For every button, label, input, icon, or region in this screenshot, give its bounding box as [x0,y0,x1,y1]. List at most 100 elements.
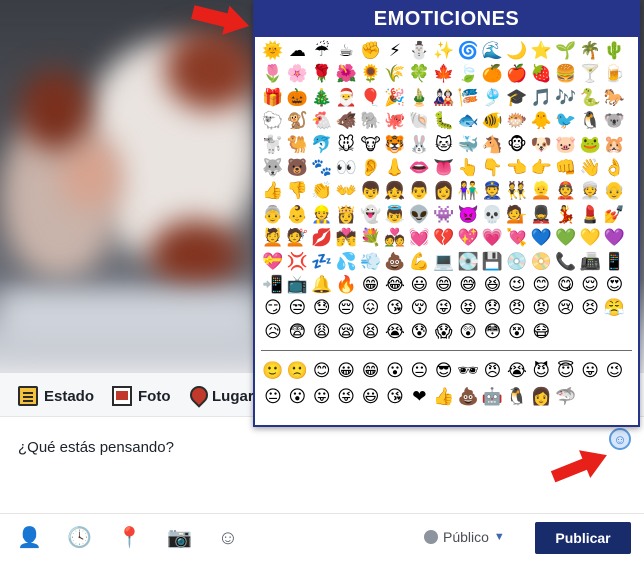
emoji-a-172[interactable]: 😜 [432,297,456,320]
emoji-a-47[interactable]: 🐔 [310,110,334,133]
emoji-b-6[interactable]: 😐 [407,358,431,384]
emoji-a-157[interactable]: 😄 [432,274,456,297]
emoji-a-96[interactable]: 👨 [407,180,431,203]
emoji-a-181[interactable]: 😨 [285,321,309,344]
emoji-a-146[interactable]: 📀 [529,251,553,274]
emoji-b-23[interactable]: 💩 [456,384,480,410]
emoji-a-94[interactable]: 👦 [359,180,383,203]
emoji-a-67[interactable]: 🐱 [432,134,456,157]
emoji-a-170[interactable]: 😘 [383,297,407,320]
emoji-a-39[interactable]: 🎐 [481,87,505,110]
emoji-a-84[interactable]: 👇 [481,157,505,180]
emoji-b-27[interactable]: 🦈 [554,384,578,410]
emoji-b-21[interactable]: ❤ [407,384,431,410]
emoji-a-152[interactable]: 🔔 [310,274,334,297]
emoji-a-128[interactable]: 💖 [456,227,480,250]
emoji-b-8[interactable]: 🕶 [456,358,480,384]
emoji-a-10[interactable]: 🌙 [505,40,529,63]
emoji-a-21[interactable]: 🍀 [407,63,431,86]
emoji-a-120[interactable]: 💆 [261,227,285,250]
emoji-a-183[interactable]: 😪 [334,321,358,344]
emoji-a-43[interactable]: 🐍 [578,87,602,110]
tab-lugar[interactable]: Lugar [188,385,254,407]
emoji-a-35[interactable]: 🎉 [383,87,407,110]
emoji-a-185[interactable]: 😭 [383,321,407,344]
emoji-a-44[interactable]: 🐎 [602,87,626,110]
emoji-a-3[interactable]: ☕ [334,40,358,63]
emoji-a-89[interactable]: 👌 [602,157,626,180]
emoji-a-126[interactable]: 💓 [407,227,431,250]
location-icon[interactable]: 📍 [117,527,142,549]
emoji-a-75[interactable]: 🐺 [261,157,285,180]
emoji-a-30[interactable]: 🎁 [261,87,285,110]
emoji-a-162[interactable]: 😋 [554,274,578,297]
emoji-a-141[interactable]: 💪 [407,251,431,274]
emoji-a-138[interactable]: 💦 [334,251,358,274]
emoji-a-105[interactable]: 👵 [261,204,285,227]
emoji-b-26[interactable]: 👩 [529,384,553,410]
emoji-a-154[interactable]: 😁 [359,274,383,297]
emoji-a-100[interactable]: 👯 [505,180,529,203]
emoji-a-108[interactable]: 👸 [334,204,358,227]
emoji-a-85[interactable]: 👈 [505,157,529,180]
emoji-a-77[interactable]: 🐾 [310,157,334,180]
emoji-b-18[interactable]: 😜 [334,384,358,410]
emoji-b-16[interactable]: 😮 [285,384,309,410]
emoji-a-99[interactable]: 👮 [481,180,505,203]
emoji-a-144[interactable]: 💾 [481,251,505,274]
emoji-a-42[interactable]: 🎶 [554,87,578,110]
emoji-a-102[interactable]: 👲 [554,180,578,203]
emoji-a-107[interactable]: 👷 [310,204,334,227]
emoji-b-1[interactable]: 🙁 [285,358,309,384]
emoji-b-9[interactable]: 😠 [481,358,505,384]
emoji-a-129[interactable]: 💗 [481,227,505,250]
emoji-a-127[interactable]: 💔 [432,227,456,250]
emoticon-icon[interactable]: ☺ [217,527,239,549]
emoji-a-38[interactable]: 🎏 [456,87,480,110]
emoji-a-61[interactable]: 🐫 [285,134,309,157]
emoji-a-4[interactable]: ✊ [359,40,383,63]
emoji-a-163[interactable]: 😌 [578,274,602,297]
emoji-a-173[interactable]: 😝 [456,297,480,320]
emoji-a-28[interactable]: 🍸 [578,63,602,86]
emoji-a-142[interactable]: 💻 [432,251,456,274]
emoji-a-119[interactable]: 💅 [602,204,626,227]
emoji-a-36[interactable]: 🎍 [407,87,431,110]
emoji-a-97[interactable]: 👩 [432,180,456,203]
emoji-a-41[interactable]: 🎵 [529,87,553,110]
emoji-a-74[interactable]: 🐹 [602,134,626,157]
emoji-a-82[interactable]: 👅 [432,157,456,180]
emoji-a-188[interactable]: 😲 [456,321,480,344]
emoji-a-139[interactable]: 💨 [359,251,383,274]
emoji-b-14[interactable]: 😉 [602,358,626,384]
emoji-a-57[interactable]: 🐦 [554,110,578,133]
emoji-a-123[interactable]: 💏 [334,227,358,250]
emoji-b-2[interactable]: 😊 [310,358,334,384]
emoji-a-101[interactable]: 👱 [529,180,553,203]
emoji-a-161[interactable]: 😊 [529,274,553,297]
emoji-a-116[interactable]: 💂 [529,204,553,227]
emoji-b-20[interactable]: 😘 [383,384,407,410]
clock-icon[interactable]: 🕓 [67,527,92,549]
emoji-b-12[interactable]: 😇 [554,358,578,384]
emoji-a-167[interactable]: 😓 [310,297,334,320]
emoji-a-73[interactable]: 🐸 [578,134,602,157]
emoji-a-31[interactable]: 🎃 [285,87,309,110]
emoji-a-59[interactable]: 🐨 [602,110,626,133]
emoji-a-71[interactable]: 🐶 [529,134,553,157]
emoji-a-13[interactable]: 🌴 [578,40,602,63]
emoji-a-137[interactable]: 💤 [310,251,334,274]
emoji-a-53[interactable]: 🐟 [456,110,480,133]
emoji-a-153[interactable]: 🔥 [334,274,358,297]
emoji-a-40[interactable]: 🎓 [505,87,529,110]
emoji-a-159[interactable]: 😆 [481,274,505,297]
emoji-a-179[interactable]: 😤 [602,297,626,320]
emoji-a-63[interactable]: 🐭 [334,134,358,157]
emoji-a-65[interactable]: 🐯 [383,134,407,157]
emoji-a-114[interactable]: 💀 [481,204,505,227]
emoji-a-136[interactable]: 💢 [285,251,309,274]
emoji-a-22[interactable]: 🍁 [432,63,456,86]
emoji-a-14[interactable]: 🌵 [602,40,626,63]
emoji-a-20[interactable]: 🌾 [383,63,407,86]
emoji-a-145[interactable]: 💿 [505,251,529,274]
